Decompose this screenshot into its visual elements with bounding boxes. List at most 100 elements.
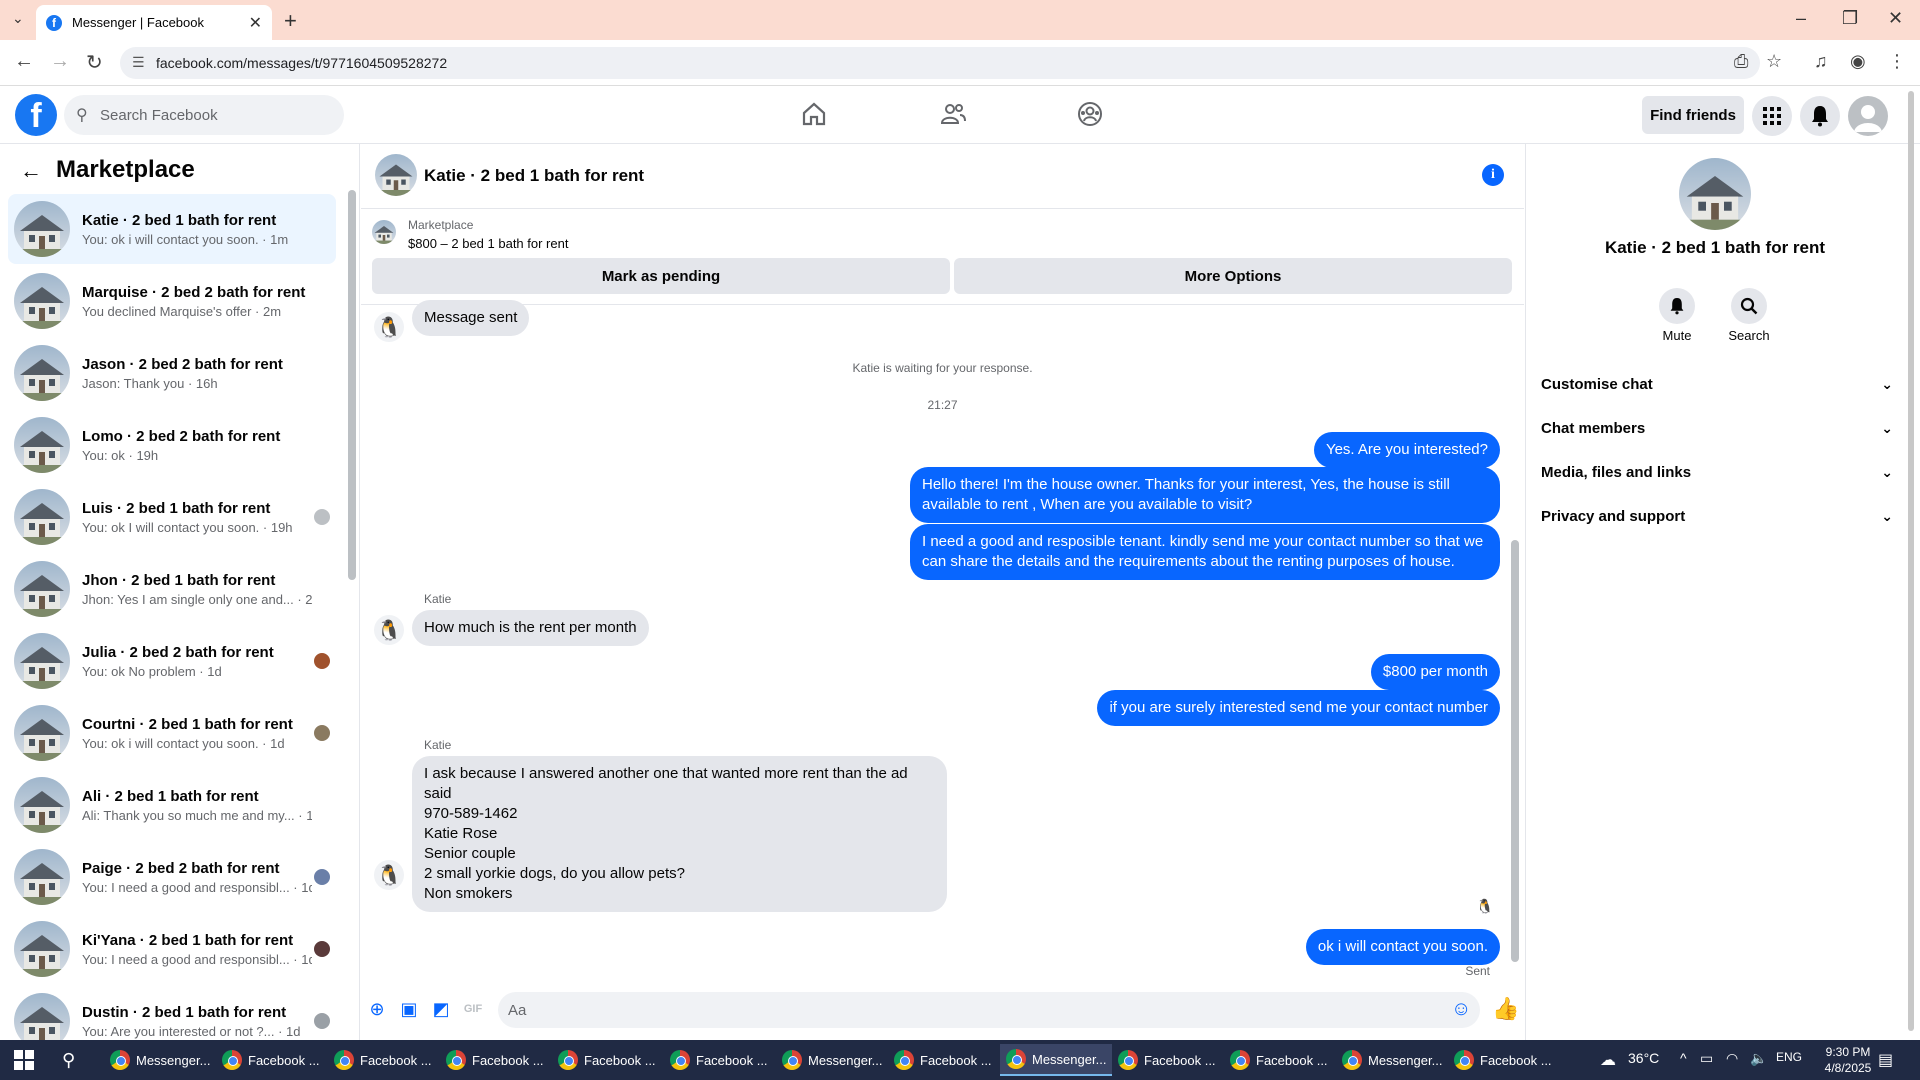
notifications-icon[interactable]: ▤	[1878, 1050, 1893, 1070]
notifications-bell-icon[interactable]	[1800, 96, 1840, 136]
katie-avatar[interactable]: 🐧	[374, 615, 404, 645]
conversation-item[interactable]: Lomo · 2 bed 2 bath for rent You: ok · 19…	[8, 410, 336, 480]
menu-grid-icon[interactable]	[1752, 96, 1792, 136]
listing-title[interactable]: $800 – 2 bed 1 bath for rent	[408, 236, 568, 251]
katie-avatar[interactable]: 🐧	[374, 860, 404, 890]
taskbar-item[interactable]: Facebook ...	[1112, 1044, 1222, 1076]
chat-scrollbar[interactable]	[1511, 540, 1519, 962]
conversation-item[interactable]: Luis · 2 bed 1 bath for rent You: ok I wi…	[8, 482, 336, 552]
account-avatar[interactable]	[1848, 96, 1888, 136]
customise-chat-row[interactable]: Customise chat ⌄	[1541, 364, 1893, 404]
bookmark-star-icon[interactable]: ☆	[1766, 51, 1782, 72]
media-files-links-row[interactable]: Media, files and links ⌄	[1541, 452, 1893, 492]
taskbar-item[interactable]: Facebook ...	[328, 1044, 438, 1076]
find-friends-button[interactable]: Find friends	[1642, 96, 1744, 134]
back-icon[interactable]: ←	[14, 50, 34, 73]
back-arrow-icon[interactable]: ←	[20, 158, 42, 184]
info-icon[interactable]: i	[1482, 164, 1504, 186]
conversation-item[interactable]: Jhon · 2 bed 1 bath for rent Jhon: Yes I …	[8, 554, 336, 624]
forward-icon[interactable]: →	[50, 50, 70, 73]
friends-icon[interactable]	[939, 100, 967, 128]
emoji-icon[interactable]: ☺	[1451, 998, 1471, 1021]
groups-icon[interactable]	[1076, 100, 1104, 128]
sidebar-scrollbar[interactable]	[348, 190, 356, 580]
conversation-item[interactable]: Marquise · 2 bed 2 bath for rent You decl…	[8, 266, 336, 336]
taskbar-search-icon[interactable]: ⚲	[62, 1050, 75, 1071]
taskbar-item[interactable]: Messenger...	[1336, 1044, 1448, 1076]
conversation-item[interactable]: Jason · 2 bed 2 bath for rent Jason: Than…	[8, 338, 336, 408]
menu-icon[interactable]: ⋮	[1888, 51, 1906, 72]
wifi-icon[interactable]: ◠	[1726, 1050, 1738, 1067]
taskbar-item[interactable]: Messenger...	[104, 1044, 216, 1076]
conversation-item[interactable]: Paige · 2 bed 2 bath for rent You: I need…	[8, 842, 336, 912]
profile-icon[interactable]: ◉	[1850, 51, 1866, 72]
privacy-support-row[interactable]: Privacy and support ⌄	[1541, 496, 1893, 536]
clock[interactable]: 9:30 PM 4/8/2025	[1808, 1044, 1888, 1076]
chat-members-row[interactable]: Chat members ⌄	[1541, 408, 1893, 448]
facebook-logo[interactable]: f	[15, 94, 57, 136]
sticker-icon[interactable]: ◩	[430, 998, 452, 1020]
taskbar-item[interactable]: Facebook ...	[440, 1044, 550, 1076]
tab-search-icon[interactable]: ⌄	[12, 10, 24, 27]
conversation-avatar	[14, 561, 70, 617]
url-field[interactable]: facebook.com/messages/t/9771604509528272	[120, 47, 1760, 79]
restore-icon[interactable]: ❐	[1842, 8, 1858, 29]
photo-icon[interactable]: ▣	[398, 998, 420, 1020]
taskbar-item[interactable]: Facebook ...	[664, 1044, 774, 1076]
conversation-text: Luis · 2 bed 1 bath for rent You: ok I wi…	[82, 500, 312, 535]
page-scrollbar[interactable]	[1906, 86, 1916, 1040]
network-icon[interactable]: ▭	[1700, 1050, 1713, 1067]
listing-thumbnail[interactable]	[372, 220, 396, 244]
taskbar-item[interactable]: Facebook ...	[888, 1044, 998, 1076]
conversation-preview: Ali: Thank you so much me and my... · 1d	[82, 807, 312, 823]
window-close-icon[interactable]: ✕	[1888, 8, 1903, 29]
thumbs-up-icon[interactable]: 👍	[1492, 996, 1519, 1022]
home-icon[interactable]	[800, 100, 828, 128]
more-options-button[interactable]: More Options	[954, 258, 1512, 294]
mark-as-pending-button[interactable]: Mark as pending	[372, 258, 950, 294]
minimize-icon[interactable]: –	[1796, 8, 1806, 29]
conversation-item[interactable]: Katie · 2 bed 1 bath for rent You: ok i w…	[8, 194, 336, 264]
site-info-icon[interactable]: ☰	[132, 54, 145, 71]
add-icon[interactable]: ⊕	[366, 998, 388, 1020]
conversation-item[interactable]: Julia · 2 bed 2 bath for rent You: ok No …	[8, 626, 336, 696]
media-icon[interactable]: ♫	[1814, 51, 1828, 72]
taskbar-item[interactable]: Messenger...	[776, 1044, 888, 1076]
tray-chevron-icon[interactable]: ^	[1680, 1050, 1687, 1066]
conversation-item[interactable]: Ki'Yana · 2 bed 1 bath for rent You: I ne…	[8, 914, 336, 984]
chat-title[interactable]: Katie · 2 bed 1 bath for rent	[424, 166, 644, 186]
mute-label: Mute	[1662, 328, 1692, 343]
conversation-item[interactable]: Courtni · 2 bed 1 bath for rent You: ok i…	[8, 698, 336, 768]
search-input[interactable]: Search Facebook	[64, 95, 344, 135]
install-icon[interactable]: ⎙	[1734, 51, 1748, 72]
gif-icon[interactable]: GIF	[462, 998, 484, 1020]
volume-icon[interactable]: 🔈	[1750, 1050, 1767, 1067]
conversation-item[interactable]: Ali · 2 bed 1 bath for rent Ali: Thank yo…	[8, 770, 336, 840]
taskbar-item[interactable]: Facebook ...	[552, 1044, 662, 1076]
taskbar-item-label: Messenger...	[136, 1052, 211, 1068]
taskbar-item[interactable]: Facebook ...	[1448, 1044, 1558, 1076]
weather-temp[interactable]: 36°C	[1628, 1050, 1659, 1066]
windows-start-icon[interactable]	[14, 1050, 34, 1070]
taskbar-item[interactable]: Messenger...	[1000, 1044, 1113, 1076]
taskbar-item-label: Facebook ...	[1480, 1052, 1552, 1068]
seen-avatar	[314, 509, 330, 525]
close-icon[interactable]: ✕	[249, 13, 262, 33]
taskbar-item[interactable]: Facebook ...	[216, 1044, 326, 1076]
new-tab-button[interactable]: +	[284, 8, 297, 34]
message-bubble-out: ok i will contact you soon.	[1305, 929, 1500, 965]
search-icon[interactable]	[1731, 288, 1767, 324]
browser-tab[interactable]: f Messenger | Facebook ✕	[36, 5, 272, 40]
language-indicator[interactable]: ENG	[1776, 1050, 1802, 1064]
chat-avatar[interactable]	[375, 154, 417, 196]
message-input[interactable]: Aa	[498, 992, 1480, 1028]
profile-avatar[interactable]	[1679, 158, 1751, 230]
katie-avatar[interactable]: 🐧	[374, 312, 404, 342]
taskbar-item-label: Messenger...	[808, 1052, 883, 1068]
conversation-preview: You: ok No problem · 1d	[82, 663, 222, 679]
taskbar-item[interactable]: Facebook ...	[1224, 1044, 1334, 1076]
weather-icon[interactable]: ☁	[1600, 1050, 1616, 1070]
mute-bell-icon[interactable]	[1659, 288, 1695, 324]
reload-icon[interactable]: ↻	[86, 50, 103, 75]
seen-avatar	[314, 653, 330, 669]
